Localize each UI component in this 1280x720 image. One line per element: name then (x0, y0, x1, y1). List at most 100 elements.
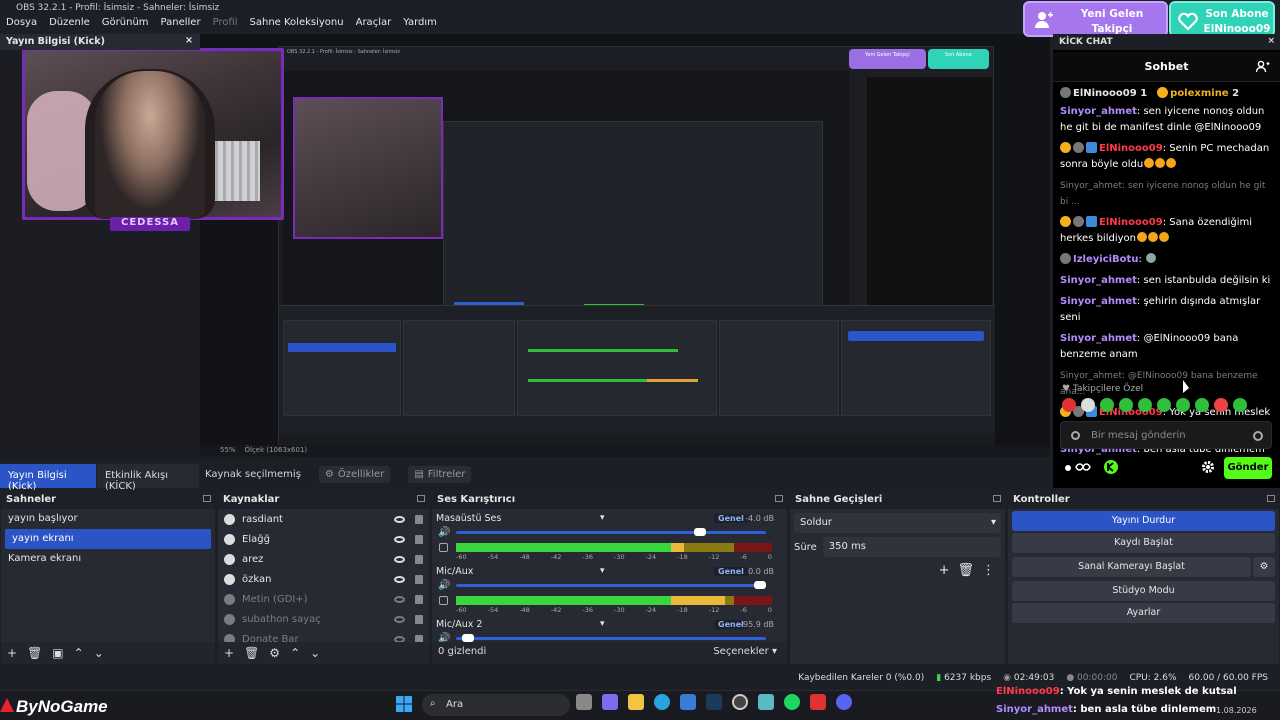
emote-icon[interactable] (1138, 398, 1152, 412)
duration-input[interactable]: 350 ms (822, 537, 1001, 557)
infinity-icon[interactable] (1064, 461, 1092, 473)
down-icon[interactable]: ⌄ (310, 646, 320, 664)
volume-slider[interactable] (456, 634, 766, 642)
emote-icon[interactable] (1081, 398, 1095, 412)
gear-icon[interactable]: ⚙ (269, 646, 280, 664)
zoom-level[interactable]: 55% (220, 446, 236, 454)
menu-profil[interactable]: Profil (213, 17, 238, 33)
eye-icon[interactable] (394, 595, 405, 603)
source-item[interactable]: Elağğ (218, 529, 429, 549)
down-icon[interactable]: ⌄ (94, 646, 104, 664)
volume-knob[interactable] (694, 528, 707, 536)
chevron-down-icon[interactable]: ▾ (600, 566, 605, 576)
send-button[interactable]: Gönder (1224, 457, 1272, 479)
lock-icon[interactable] (415, 514, 423, 524)
stop-streaming-button[interactable]: Yayını Durdur (1012, 511, 1275, 531)
add-icon[interactable]: + (224, 646, 234, 664)
popout-icon[interactable] (993, 495, 1001, 502)
emoji-picker-icon[interactable] (1253, 431, 1263, 441)
popout-icon[interactable] (203, 495, 211, 502)
volume-knob[interactable] (754, 581, 766, 589)
menu-araclar[interactable]: Araçlar (356, 17, 392, 33)
emote-icon[interactable] (1119, 398, 1133, 412)
windows-start-icon[interactable] (396, 696, 412, 712)
studio-mode-button[interactable]: Stüdyo Modu (1012, 581, 1275, 601)
trash-icon[interactable]: 🗑 (244, 646, 259, 664)
gear-icon[interactable]: ⚙ (1253, 557, 1275, 577)
emote-icon[interactable] (1233, 398, 1247, 412)
discord-icon[interactable] (836, 694, 852, 710)
trash-icon[interactable]: 🗑 (957, 563, 974, 578)
kick-logo-icon[interactable] (1104, 460, 1118, 474)
task-view-icon[interactable] (576, 694, 592, 710)
lock-icon[interactable] (415, 614, 423, 624)
app-icon[interactable] (758, 694, 774, 710)
chat-message-input[interactable]: Bir mesaj gönderin (1060, 421, 1272, 449)
menu-yardim[interactable]: Yardım (403, 17, 437, 33)
chevron-down-icon[interactable]: ▾ (600, 513, 605, 523)
source-item[interactable]: subathon sayaç (218, 609, 429, 629)
volume-slider[interactable] (456, 581, 766, 589)
app-icon[interactable] (810, 694, 826, 710)
pinned-user[interactable]: polexmine 2 (1157, 86, 1239, 102)
filter-icon[interactable]: ▣ (52, 646, 63, 664)
tab-yayin-bilgisi[interactable]: Yayın Bilgisi (Kick) (0, 464, 97, 492)
settings-button[interactable]: Ayarlar (1012, 603, 1275, 623)
menu-gorunum[interactable]: Görünüm (102, 17, 149, 33)
users-icon[interactable] (1256, 60, 1270, 73)
lock-icon[interactable] (415, 594, 423, 604)
volume-knob[interactable] (461, 634, 474, 642)
obs-icon[interactable] (732, 694, 748, 710)
eye-icon[interactable] (394, 555, 405, 563)
source-item[interactable]: Metin (GDI+) (218, 589, 429, 609)
source-item[interactable]: özkan (218, 569, 429, 589)
eye-icon[interactable] (394, 615, 405, 623)
mute-icon[interactable] (439, 596, 448, 605)
up-icon[interactable]: ⌃ (290, 646, 300, 664)
source-item[interactable]: arez (218, 549, 429, 569)
close-icon[interactable]: × (185, 35, 193, 46)
filters-button[interactable]: ▤ Filtreler (408, 465, 472, 483)
track-mode[interactable]: Genel (714, 514, 748, 523)
scene-item-selected[interactable]: yayın ekranı (5, 529, 211, 549)
commands-icon[interactable] (1071, 431, 1080, 440)
eye-icon[interactable] (394, 575, 405, 583)
lock-icon[interactable] (415, 574, 423, 584)
speaker-icon[interactable]: 🔊 (438, 527, 450, 538)
menu-sahne-koleksiyonu[interactable]: Sahne Koleksiyonu (250, 17, 344, 33)
pinned-user[interactable]: ElNinooo09 1 (1060, 86, 1147, 102)
lock-icon[interactable] (415, 554, 423, 564)
options-dropdown[interactable]: Seçenekler ▾ (713, 646, 777, 664)
chat-tab-sohbet[interactable]: Sohbet (1053, 60, 1280, 73)
scene-item[interactable]: yayın başlıyor (1, 509, 215, 529)
emote-icon[interactable] (1100, 398, 1114, 412)
edge-icon[interactable] (654, 694, 670, 710)
emote-icon[interactable] (1195, 398, 1209, 412)
taskbar-search[interactable]: ⌕ Ara (422, 694, 570, 716)
emote-icon[interactable] (1157, 398, 1171, 412)
popout-icon[interactable] (417, 495, 425, 502)
file-explorer-icon[interactable] (628, 694, 644, 710)
scene-item[interactable]: Kamera ekranı (1, 549, 215, 569)
popout-icon[interactable] (1267, 495, 1275, 502)
gear-icon[interactable] (1201, 460, 1215, 474)
add-icon[interactable]: + (939, 563, 950, 578)
menu-dosya[interactable]: Dosya (6, 17, 37, 33)
emote-icon[interactable] (1176, 398, 1190, 412)
menu-paneller[interactable]: Paneller (161, 17, 201, 33)
eye-icon[interactable] (394, 515, 405, 523)
properties-button[interactable]: ⚙ Özellikler (318, 465, 391, 483)
mute-icon[interactable] (439, 543, 448, 552)
source-item[interactable]: rasdiant (218, 509, 429, 529)
emote-icon[interactable] (1214, 398, 1228, 412)
speaker-icon[interactable]: 🔊 (438, 580, 450, 591)
up-icon[interactable]: ⌃ (74, 646, 84, 664)
spotify-icon[interactable] (784, 694, 800, 710)
popout-icon[interactable] (775, 495, 783, 502)
tab-etkinlik-akisi[interactable]: Etkinlik Akışı (KİCK) (96, 464, 200, 492)
start-virtual-camera-button[interactable]: Sanal Kamerayı Başlat (1012, 557, 1251, 577)
lock-icon[interactable] (415, 534, 423, 544)
eye-icon[interactable] (394, 535, 405, 543)
copilot-icon[interactable] (602, 694, 618, 710)
chevron-down-icon[interactable]: ▾ (600, 619, 605, 629)
